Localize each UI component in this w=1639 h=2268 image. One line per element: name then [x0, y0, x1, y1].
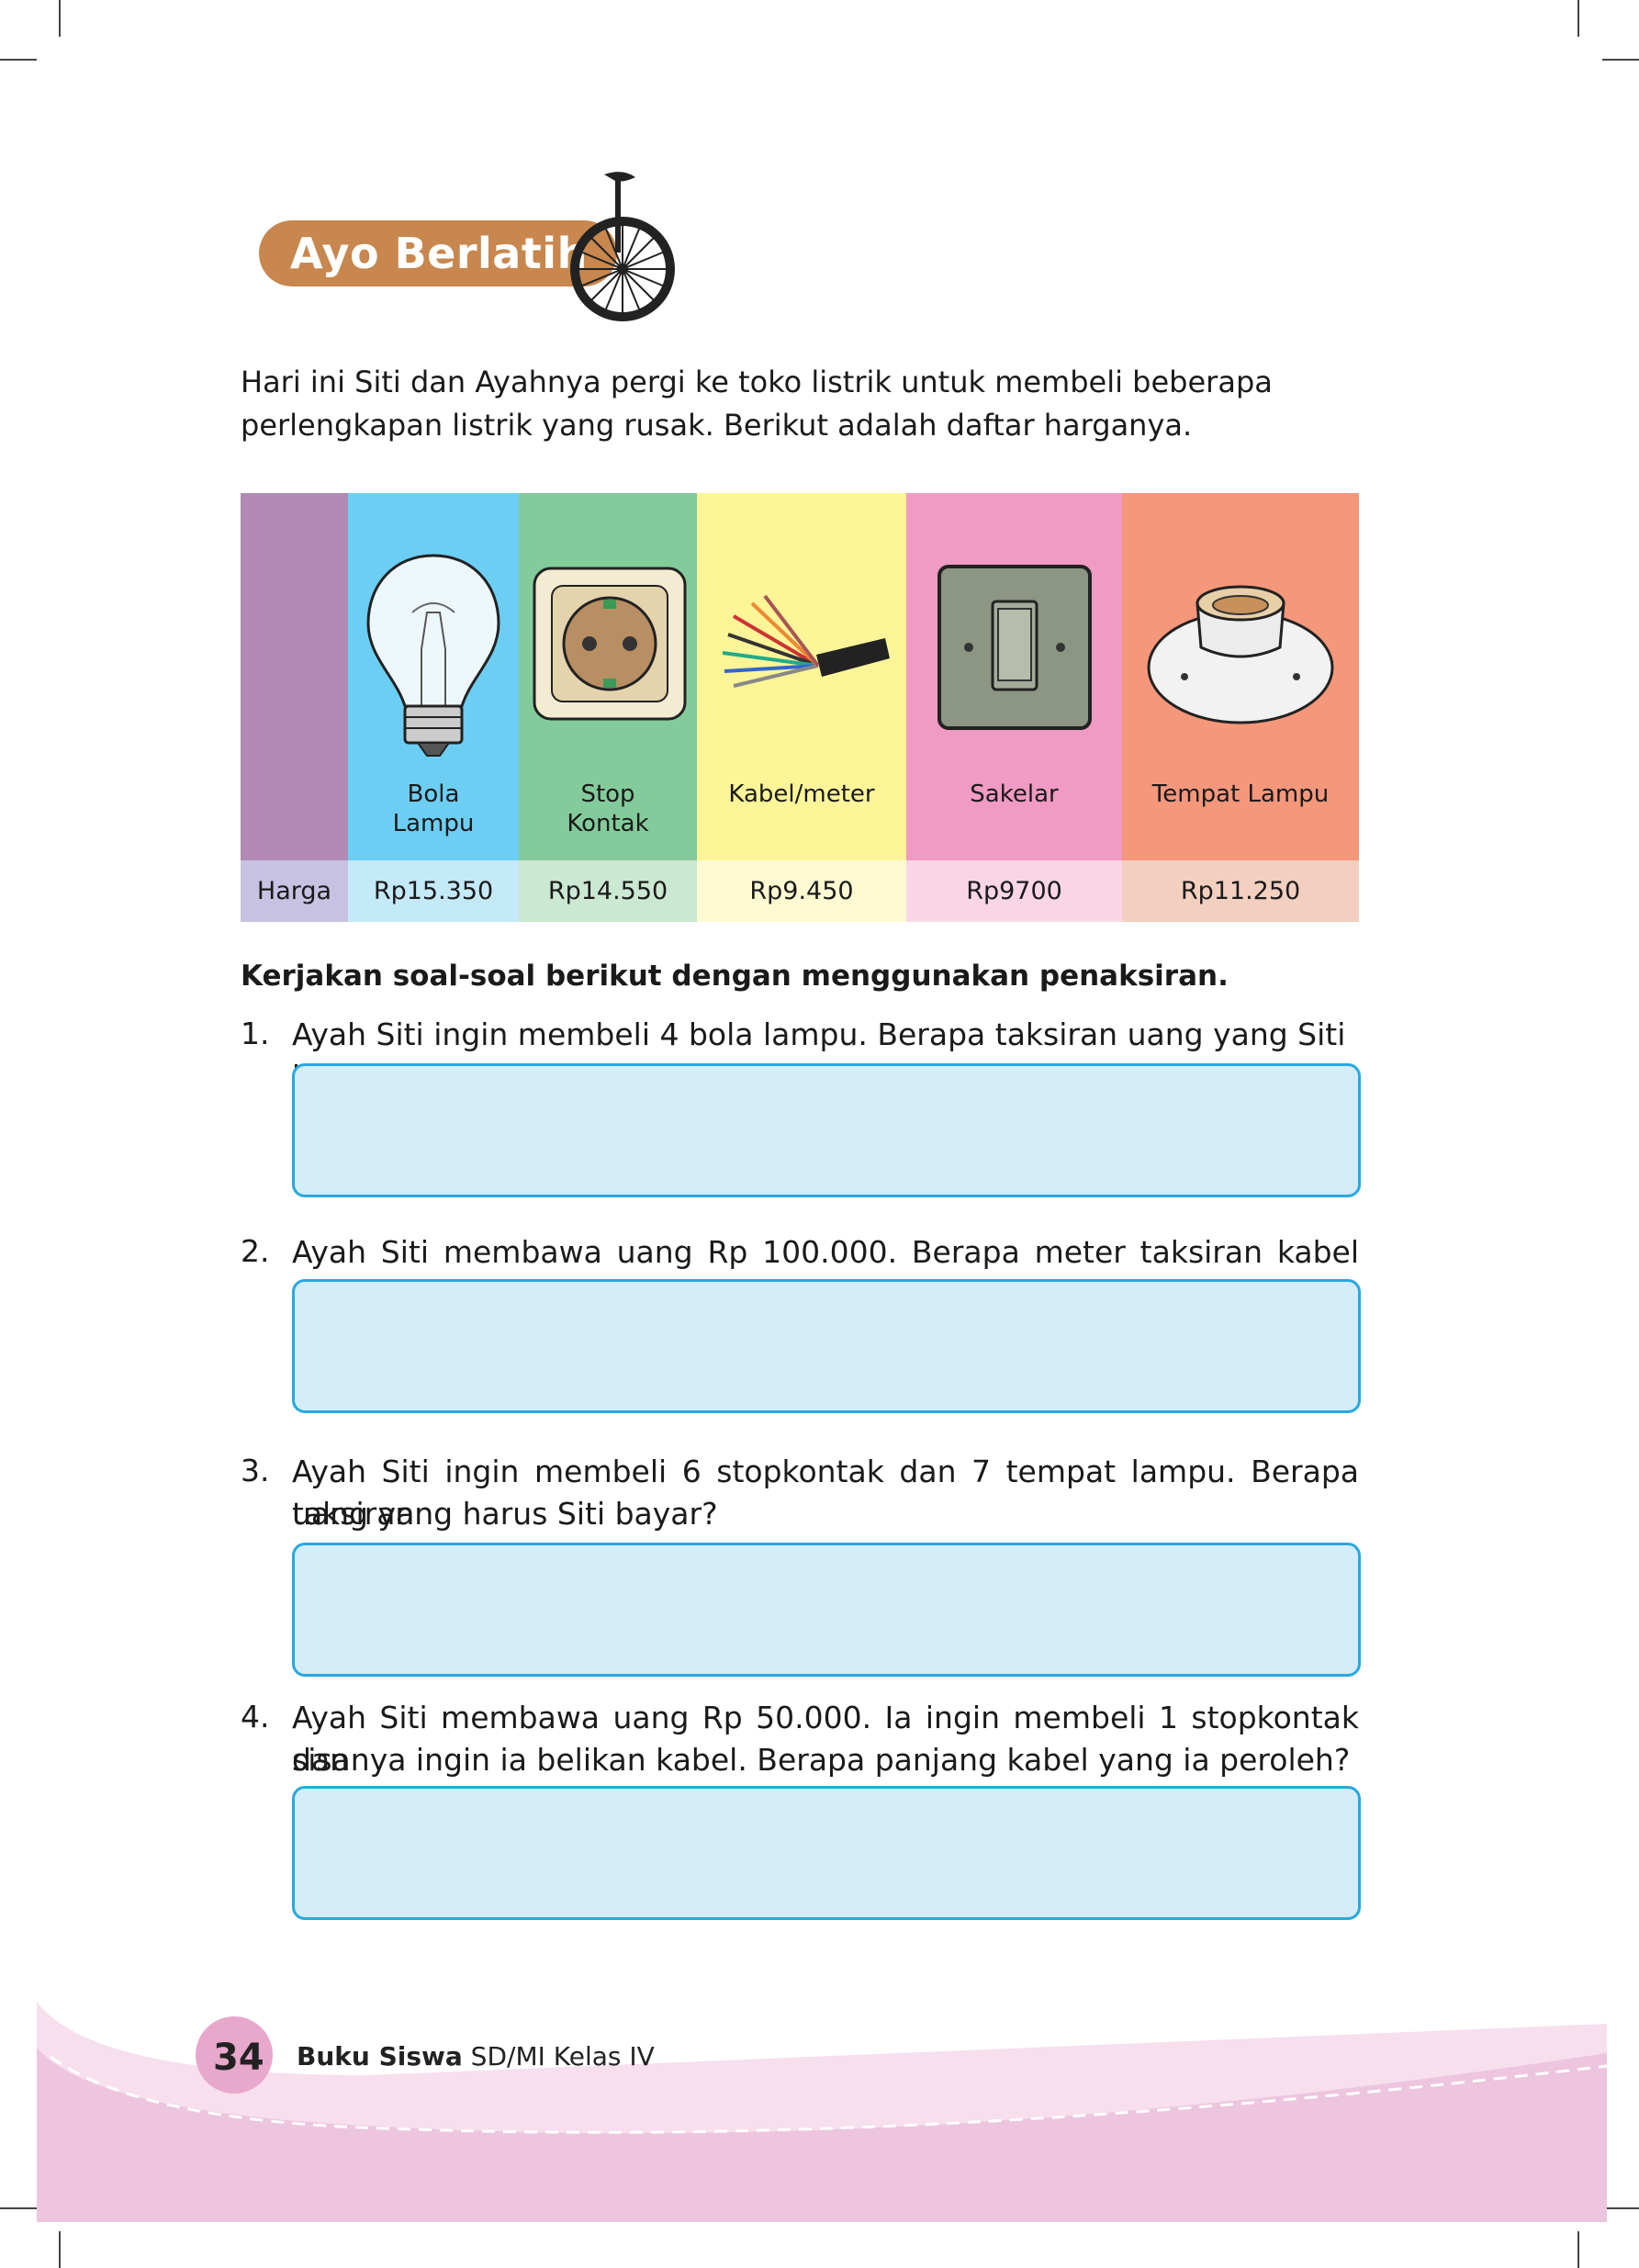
intro-paragraph-line: Hari ini Siti dan Ayahnya pergi ke toko …: [241, 365, 1273, 399]
wall-socket-icon: [533, 567, 687, 721]
item-label: Sakelar: [906, 780, 1122, 809]
item-column-kabel: Kabel/meter: [697, 493, 906, 860]
crop-mark: [59, 0, 61, 37]
item-label: Tempat Lampu: [1122, 780, 1359, 809]
page-number: 34: [213, 2037, 264, 2079]
answer-box[interactable]: [292, 1786, 1361, 1920]
question-text: sisanya ingin ia belikan kabel. Berapa p…: [292, 1742, 1351, 1778]
item-column-stop-kontak: Stop Kontak: [519, 493, 697, 860]
question-text: uang yang harus Siti bayar?: [292, 1496, 718, 1532]
item-label-line: Sakelar: [970, 780, 1059, 808]
item-price: Rp11.250: [1122, 860, 1359, 922]
question-number: 4.: [241, 1699, 270, 1735]
item-price: Rp9.450: [697, 860, 906, 922]
item-label: Bola Lampu: [348, 780, 519, 838]
item-column-bola-lampu: Bola Lampu: [348, 493, 519, 860]
lamp-holder-icon: [1147, 585, 1334, 724]
unicycle-icon: [570, 172, 675, 321]
answer-box[interactable]: [292, 1279, 1361, 1413]
section-title: Ayo Berlatih: [290, 229, 588, 278]
item-label-line: Lampu: [392, 810, 475, 837]
crop-mark: [0, 59, 37, 61]
item-price: Rp14.550: [519, 860, 697, 922]
item-label: Kabel/meter: [697, 780, 906, 809]
table-label-column: [241, 493, 348, 860]
light-switch-icon: [937, 565, 1092, 730]
intro-paragraph-line: perlengkapan listrik yang rusak. Berikut…: [241, 408, 1193, 443]
price-table: Harga Bola Lampu Rp15.350 Stop Kontak Rp…: [241, 493, 1359, 922]
item-label-line: Kabel/meter: [728, 780, 875, 808]
item-price: Rp9700: [906, 860, 1122, 922]
instruction-text: Kerjakan soal-soal berikut dengan menggu…: [241, 960, 1229, 993]
price-row-label: Harga: [241, 860, 348, 922]
crop-mark: [1602, 59, 1639, 61]
item-label-line: Kontak: [567, 810, 649, 837]
item-column-tempat-lampu: Tempat Lampu: [1122, 493, 1359, 860]
item-label-line: Stop: [580, 780, 635, 808]
crop-mark: [1577, 0, 1579, 37]
light-bulb-icon: [366, 554, 500, 757]
item-label-line: Tempat Lampu: [1151, 780, 1330, 808]
item-price: Rp15.350: [348, 860, 519, 922]
item-column-sakelar: Sakelar: [906, 493, 1122, 860]
answer-box[interactable]: [292, 1543, 1361, 1677]
book-title-rest: SD/MI Kelas IV: [462, 2041, 655, 2072]
book-title: Buku Siswa SD/MI Kelas IV: [297, 2041, 655, 2072]
answer-box[interactable]: [292, 1063, 1361, 1197]
item-label: Stop Kontak: [519, 780, 697, 838]
book-title-bold: Buku Siswa: [297, 2041, 463, 2072]
item-label-line: Bola: [407, 780, 460, 808]
question-number: 1.: [241, 1016, 270, 1051]
footer-decoration: [37, 2002, 1608, 2222]
question-number: 2.: [241, 1233, 270, 1269]
question-number: 3.: [241, 1453, 270, 1488]
cable-icon: [722, 594, 890, 688]
